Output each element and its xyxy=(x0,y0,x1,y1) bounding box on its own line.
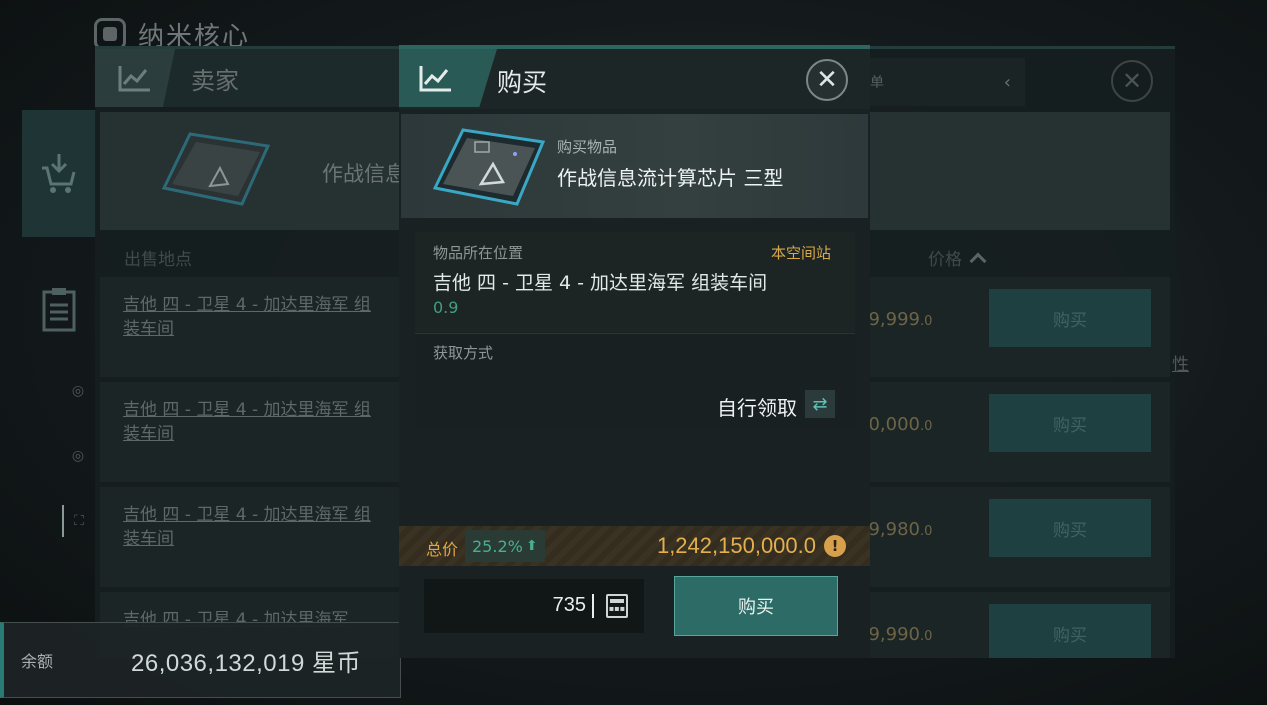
tab-orders[interactable] xyxy=(22,250,96,370)
seller-header: 卖家 xyxy=(95,49,399,107)
row-location-link[interactable]: 吉他 四 - 卫星 4 - 加达里海军 组装车间 xyxy=(123,503,383,551)
balance-amount: 26,036,132,019 星币 xyxy=(131,649,361,677)
quantity-value[interactable]: 735 xyxy=(553,594,586,617)
row-price-decimal: .0 xyxy=(919,419,933,434)
balance-label: 余额 xyxy=(21,652,54,671)
row-price-decimal: .0 xyxy=(919,629,933,644)
purchase-item: 购买物品 作战信息流计算芯片 三型 xyxy=(401,114,868,218)
price-change-pct: 25.2% xyxy=(472,536,523,556)
total-amount: 1,242,150,000.0 xyxy=(656,533,816,558)
filter-icons: ◎ ◎ ⛶ xyxy=(62,375,94,570)
location-value: 吉他 四 - 卫星 4 - 加达里海军 组装车间 xyxy=(433,272,768,294)
item-name: 作战信息流计算芯片 三型 xyxy=(557,166,784,190)
buy-button[interactable]: 购买 xyxy=(674,576,838,636)
location-tag: 本空间站 xyxy=(770,244,831,262)
tab-market-buy[interactable] xyxy=(22,110,96,237)
total-label: 总价 xyxy=(426,540,459,559)
clipboard-icon xyxy=(42,288,76,332)
arrow-up-icon: ⬆ xyxy=(525,538,538,554)
row-buy-button[interactable]: 购买 xyxy=(989,604,1151,658)
acquire-label: 获取方式 xyxy=(433,344,494,362)
row-price-decimal: .0 xyxy=(919,524,933,539)
background-close-button[interactable]: ✕ xyxy=(1111,60,1153,102)
seller-tab-label[interactable]: 卖家 xyxy=(191,61,239,96)
trend-chart-icon xyxy=(118,66,150,92)
wallet-balance: 余额 26,036,132,019 星币 xyxy=(0,622,401,698)
row-location-link[interactable]: 吉他 四 - 卫星 4 - 加达里海军 组装车间 xyxy=(123,293,383,341)
dialog-title: 购买 xyxy=(497,68,548,97)
item-kicker: 购买物品 xyxy=(557,138,618,156)
attribute-link[interactable]: 性 xyxy=(1172,350,1189,375)
search-field[interactable]: 单 ‹ xyxy=(860,58,1025,106)
filter-target-icon[interactable]: ◎ xyxy=(62,440,94,472)
row-buy-button[interactable]: 购买 xyxy=(989,499,1151,557)
row-buy-button[interactable]: 购买 xyxy=(989,289,1151,347)
row-price-decimal: .0 xyxy=(919,314,933,329)
column-header-price[interactable]: 价格 xyxy=(928,245,987,270)
filter-frame-icon[interactable]: ⛶ xyxy=(62,505,94,537)
acquire-method-section: 获取方式 自行领取 ⇄ xyxy=(415,333,855,429)
chart-tab xyxy=(399,49,497,107)
row-buy-button[interactable]: 购买 xyxy=(989,394,1151,452)
quantity-input[interactable]: 735 xyxy=(424,579,644,633)
swap-icon[interactable]: ⇄ xyxy=(805,390,835,418)
location-label: 物品所在位置 xyxy=(433,244,524,262)
text-cursor xyxy=(592,594,594,618)
total-price-bar: 总价 25.2% ⬆ 1,242,150,000.0 ! xyxy=(399,526,870,566)
chart-tab-icon xyxy=(95,49,175,107)
seller-item-name: 作战信息 xyxy=(322,162,406,186)
close-button[interactable]: ✕ xyxy=(806,59,848,101)
column-header-price-label: 价格 xyxy=(928,250,962,270)
row-location-link[interactable]: 吉他 四 - 卫星 4 - 加达里海军 组装车间 xyxy=(123,398,383,446)
chip-icon xyxy=(433,128,545,206)
filter-target-icon[interactable]: ◎ xyxy=(62,375,94,407)
sort-ascending-icon xyxy=(969,252,987,269)
chevron-left-icon[interactable]: ‹ xyxy=(1004,72,1011,93)
acquire-value: 自行领取 xyxy=(717,396,797,420)
warning-icon[interactable]: ! xyxy=(824,535,846,557)
trend-chart-icon xyxy=(419,66,451,92)
cart-download-icon xyxy=(42,153,76,193)
chip-icon xyxy=(161,132,271,206)
column-header-location: 出售地点 xyxy=(124,250,192,270)
price-change-badge: 25.2% ⬆ xyxy=(465,530,545,562)
search-field-text: 单 xyxy=(870,75,884,91)
buy-dialog-header: 购买 xyxy=(399,49,870,109)
close-icon: ✕ xyxy=(816,65,838,95)
item-location-section: 物品所在位置 本空间站 吉他 四 - 卫星 4 - 加达里海军 组装车间 0.9 xyxy=(415,232,855,332)
security-status: 0.9 xyxy=(433,298,459,317)
calculator-icon[interactable] xyxy=(606,594,628,618)
